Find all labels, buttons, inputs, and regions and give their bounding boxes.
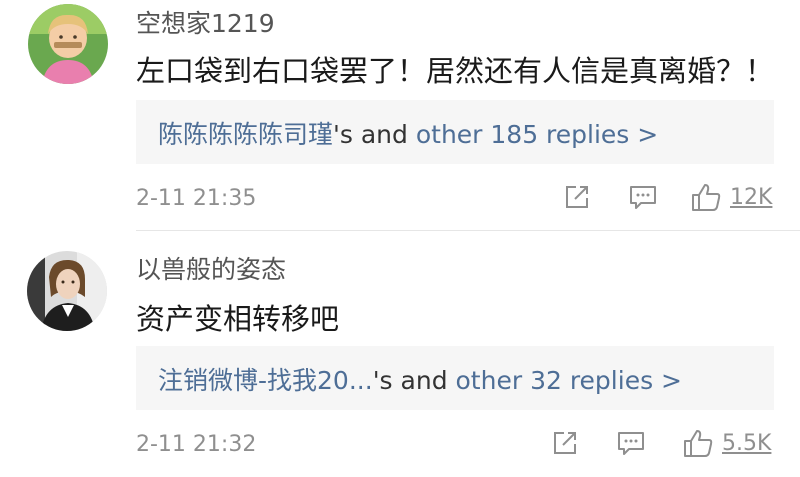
like-button[interactable]: 5.5K [682,426,771,460]
reply-connector-text: 's and [372,366,456,395]
comment-divider [136,230,800,231]
comment-icon [628,182,658,212]
thumbs-up-icon [682,427,714,459]
comment-text: 左口袋到右口袋罢了！居然还有人信是真离婚？！ [136,54,775,88]
reply-author-link[interactable]: 陈陈陈陈陈司瑾 [158,120,333,149]
thumbs-up-icon [690,181,722,213]
comment-button[interactable] [616,426,646,460]
comment-icon [616,428,646,458]
timestamp: 2-11 21:32 [136,432,257,457]
reply-connector-text: 's and [333,120,416,149]
more-replies-link[interactable]: other 32 replies > [456,366,682,395]
reply-preview-box[interactable]: 陈陈陈陈陈司瑾's and other 185 replies > [136,100,774,164]
timestamp: 2-11 21:35 [136,186,257,211]
more-replies-link[interactable]: other 185 replies > [416,120,658,149]
share-button[interactable] [562,180,592,214]
reply-author-link[interactable]: 注销微博-找我20... [158,366,373,395]
comment-text: 资产变相转移吧 [136,302,340,336]
comment-item: 空想家1219 左口袋到右口袋罢了！居然还有人信是真离婚？！ 陈陈陈陈陈司瑾's… [0,0,800,231]
like-button[interactable]: 12K [690,180,772,214]
username[interactable]: 空想家1219 [136,4,275,40]
username[interactable]: 以兽般的姿态 [136,250,286,286]
share-icon [562,182,592,212]
comment-button[interactable] [628,180,658,214]
avatar[interactable] [27,251,107,331]
like-count: 5.5K [722,430,772,456]
like-count: 12K [730,184,773,210]
share-button[interactable] [550,426,580,460]
reply-preview-line: 陈陈陈陈陈司瑾's and other 185 replies > [158,115,658,151]
reply-preview-line: 注销微博-找我20...'s and other 32 replies > [158,361,682,397]
share-icon [550,428,580,458]
avatar[interactable] [28,4,108,84]
comment-item: 以兽般的姿态 资产变相转移吧 注销微博-找我20...'s and other … [0,236,800,477]
reply-preview-box[interactable]: 注销微博-找我20...'s and other 32 replies > [136,346,774,410]
